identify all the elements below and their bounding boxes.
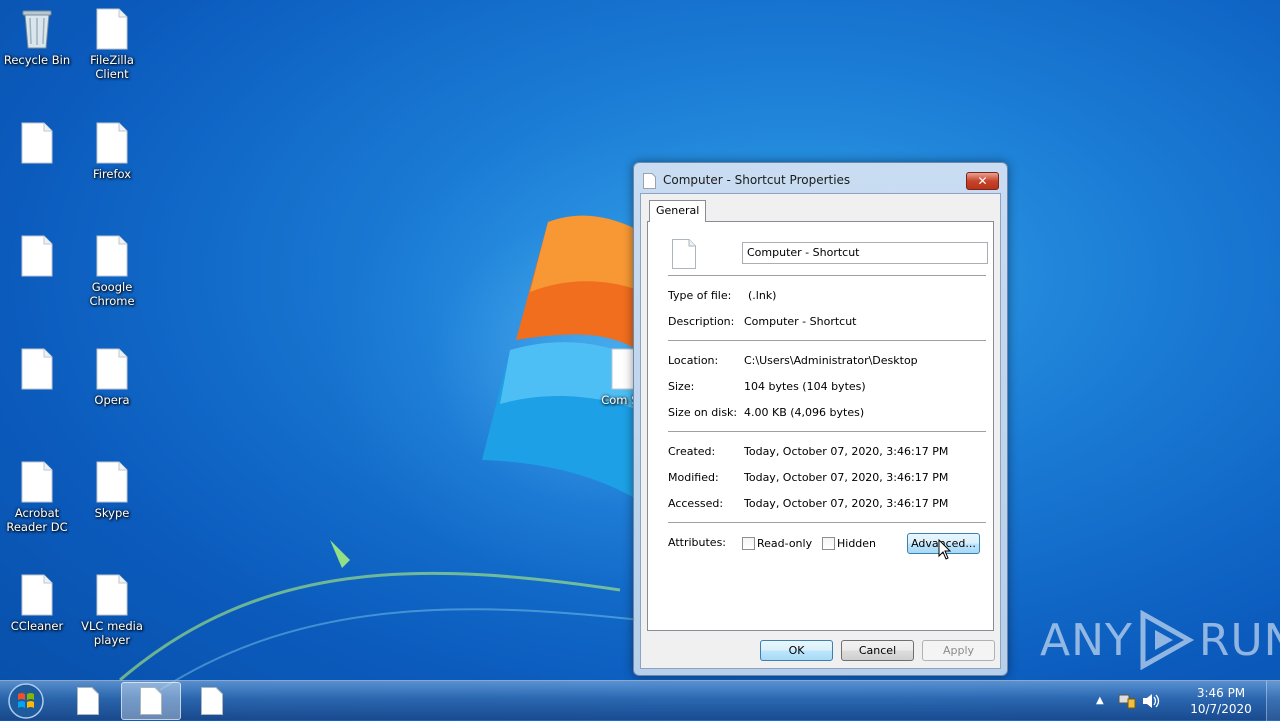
desktop-icon-opera[interactable]: Opera bbox=[75, 348, 149, 407]
readonly-label[interactable]: Read-only bbox=[757, 537, 812, 550]
close-button[interactable]: ✕ bbox=[966, 172, 999, 190]
blank-file-icon bbox=[140, 687, 162, 715]
desktop-icon-label: VLC media player bbox=[81, 619, 143, 647]
blank-file-icon bbox=[96, 122, 128, 164]
attributes-label: Attributes: bbox=[668, 536, 727, 549]
separator bbox=[668, 340, 986, 342]
desktop-icon-recycle-bin[interactable]: Recycle Bin bbox=[0, 8, 74, 67]
separator bbox=[668, 431, 986, 433]
desktop-icon-label: FileZilla Client bbox=[90, 53, 134, 81]
location-label: Location: bbox=[668, 354, 719, 367]
taskbar: ▲ 3:46 PM 10/7/2020 bbox=[0, 680, 1280, 721]
apply-button[interactable]: Apply bbox=[922, 640, 995, 661]
blank-file-icon bbox=[21, 235, 53, 277]
desktop-icon-filezilla[interactable]: FileZilla Client bbox=[75, 8, 149, 81]
accessed-value: Today, October 07, 2020, 3:46:17 PM bbox=[744, 497, 949, 510]
file-name-field[interactable]: Computer - Shortcut bbox=[742, 242, 988, 264]
type-value: (.lnk) bbox=[748, 289, 777, 302]
dialog-client-area: General Computer - Shortcut Type of file… bbox=[640, 193, 1001, 669]
description-label: Description: bbox=[668, 315, 735, 328]
desktop-icon-label: Acrobat Reader DC bbox=[6, 506, 68, 534]
separator bbox=[668, 275, 986, 277]
created-label: Created: bbox=[668, 445, 716, 458]
clock-time: 3:46 PM bbox=[1196, 686, 1246, 700]
recycle-bin-icon bbox=[22, 10, 52, 49]
blank-file-icon bbox=[21, 348, 53, 390]
blank-file-icon bbox=[21, 122, 53, 164]
dialog-titlebar[interactable]: Computer - Shortcut Properties ✕ bbox=[634, 163, 1007, 193]
desktop-icon-vlc[interactable]: VLC media player bbox=[75, 574, 149, 647]
shortcut-file-icon bbox=[672, 239, 696, 269]
desktop-icon-unnamed-1[interactable] bbox=[0, 122, 74, 167]
desktop-icon-ccleaner[interactable]: CCleaner bbox=[0, 574, 74, 633]
size-value: 104 bytes (104 bytes) bbox=[744, 380, 866, 393]
mouse-pointer-icon bbox=[938, 539, 952, 560]
blank-file-icon bbox=[96, 8, 128, 50]
desktop-icon-acrobat-reader[interactable]: Acrobat Reader DC bbox=[0, 461, 74, 534]
blank-file-icon bbox=[21, 461, 53, 503]
blank-file-icon bbox=[96, 574, 128, 616]
blank-file-icon bbox=[201, 687, 223, 715]
tab-general[interactable]: General bbox=[649, 200, 707, 222]
general-tab-panel: Computer - Shortcut Type of file: (.lnk)… bbox=[647, 221, 994, 631]
desktop-icon-label: Firefox bbox=[92, 167, 132, 181]
accessed-label: Accessed: bbox=[668, 497, 724, 510]
size-label: Size: bbox=[668, 380, 695, 393]
size-on-disk-label: Size on disk: bbox=[668, 406, 738, 419]
show-desktop-button[interactable] bbox=[1266, 681, 1280, 721]
taskbar-item-1[interactable] bbox=[58, 682, 118, 720]
blank-file-icon bbox=[96, 348, 128, 390]
watermark-text-right: RUN bbox=[1198, 614, 1280, 666]
modified-value: Today, October 07, 2020, 3:46:17 PM bbox=[744, 471, 949, 484]
start-button[interactable] bbox=[6, 682, 46, 720]
show-hidden-icons-arrow-icon[interactable]: ▲ bbox=[1096, 695, 1104, 706]
blank-file-icon bbox=[77, 687, 99, 715]
blank-file-icon bbox=[96, 461, 128, 503]
ok-button[interactable]: OK bbox=[760, 640, 833, 661]
desktop-icon-unnamed-3[interactable] bbox=[0, 348, 74, 393]
modified-label: Modified: bbox=[668, 471, 719, 484]
location-value: C:\Users\Administrator\Desktop bbox=[744, 354, 918, 367]
properties-dialog: Computer - Shortcut Properties ✕ General… bbox=[633, 162, 1008, 676]
hidden-checkbox[interactable] bbox=[822, 537, 835, 550]
desktop-icon-label: Skype bbox=[94, 506, 130, 520]
desktop-icon-label: CCleaner bbox=[10, 619, 64, 633]
desktop-icon-skype[interactable]: Skype bbox=[75, 461, 149, 520]
cancel-button[interactable]: Cancel bbox=[841, 640, 914, 661]
created-value: Today, October 07, 2020, 3:46:17 PM bbox=[744, 445, 949, 458]
hidden-label[interactable]: Hidden bbox=[837, 537, 876, 550]
dialog-title: Computer - Shortcut Properties bbox=[663, 173, 851, 187]
volume-icon[interactable] bbox=[1142, 693, 1160, 709]
taskbar-item-3[interactable] bbox=[182, 682, 242, 720]
size-on-disk-value: 4.00 KB (4,096 bytes) bbox=[744, 406, 865, 419]
desktop-icon-firefox[interactable]: Firefox bbox=[75, 122, 149, 181]
play-icon bbox=[1140, 610, 1194, 670]
desktop-icon-google-chrome[interactable]: Google Chrome bbox=[75, 235, 149, 308]
type-label: Type of file: bbox=[668, 289, 732, 302]
description-value: Computer - Shortcut bbox=[744, 315, 857, 328]
desktop-icon-unnamed-2[interactable] bbox=[0, 235, 74, 280]
desktop-icon-label: Recycle Bin bbox=[3, 53, 71, 67]
system-tray: ▲ 3:46 PM 10/7/2020 bbox=[1096, 681, 1256, 721]
readonly-checkbox[interactable] bbox=[742, 537, 755, 550]
separator bbox=[668, 522, 986, 524]
network-flag-icon[interactable] bbox=[1118, 693, 1136, 709]
clock-date: 10/7/2020 bbox=[1190, 702, 1252, 716]
blank-file-icon bbox=[96, 235, 128, 277]
desktop-icon-label: Opera bbox=[94, 393, 130, 407]
file-icon bbox=[643, 173, 656, 189]
clock[interactable]: 3:46 PM 10/7/2020 bbox=[1186, 685, 1256, 717]
close-icon: ✕ bbox=[977, 174, 988, 188]
taskbar-item-2[interactable] bbox=[121, 682, 181, 720]
desktop-icon-label: Google Chrome bbox=[89, 280, 135, 308]
anyrun-watermark: ANY RUN bbox=[1040, 610, 1280, 670]
watermark-text-left: ANY bbox=[1040, 614, 1133, 666]
blank-file-icon bbox=[21, 574, 53, 616]
